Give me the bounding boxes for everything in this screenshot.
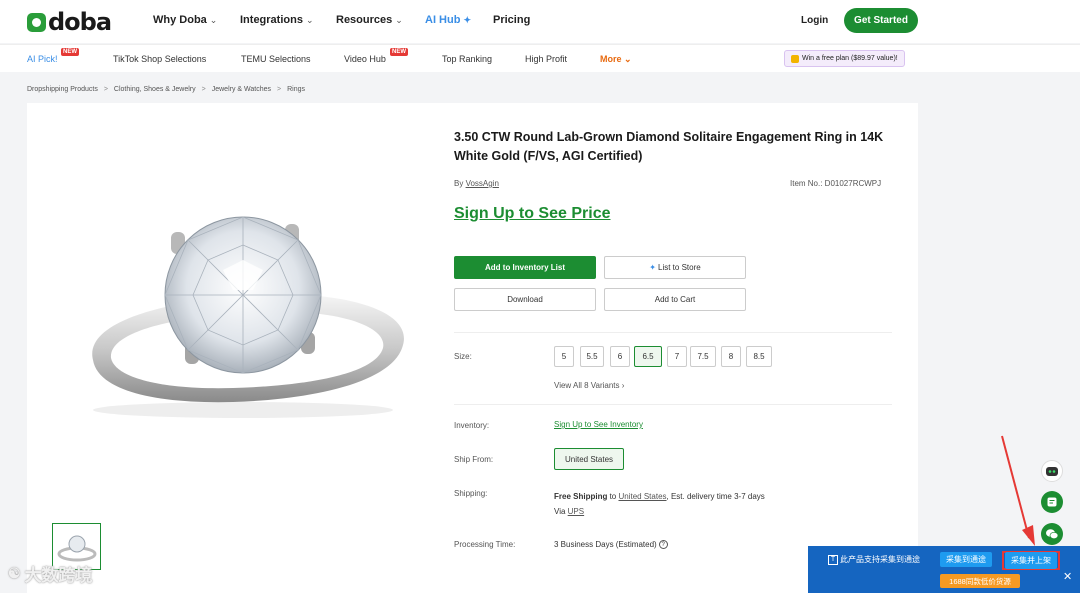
shipping-country-link[interactable]: United States [618, 492, 666, 501]
breadcrumb-item[interactable]: Clothing, Shoes & Jewelry [114, 86, 196, 93]
divider [454, 404, 892, 405]
chevron-down-icon: ⌄ [209, 14, 218, 25]
size-option[interactable]: 5 [554, 346, 574, 367]
wechat-icon[interactable] [1041, 523, 1063, 545]
add-to-inventory-button[interactable]: Add to Inventory List [454, 256, 596, 279]
watermark: ☯ 大数跨境 [8, 565, 93, 585]
size-option-selected[interactable]: 6.5 [634, 346, 662, 367]
get-started-button[interactable]: Get Started [844, 8, 918, 33]
gift-icon [791, 54, 799, 63]
ship-from-option[interactable]: United States [554, 448, 624, 470]
item-number: Item No.: D01027RCWPJ [790, 179, 882, 188]
divider [454, 332, 892, 333]
subnav-video-hub[interactable]: Video Hub NEW [344, 48, 408, 64]
subnav-high-profit[interactable]: High Profit [525, 54, 567, 64]
processing-time-label: Processing Time: [454, 540, 516, 549]
product-main-image[interactable] [53, 120, 413, 420]
nav-ai-hub[interactable]: AI Hub ✦ [425, 14, 471, 26]
signup-to-see-inventory-link[interactable]: Sign Up to See Inventory [554, 420, 643, 429]
nav-pricing[interactable]: Pricing [493, 14, 530, 26]
annotation-arrow [1001, 435, 1035, 546]
subnav-temu[interactable]: TEMU Selections [241, 54, 311, 64]
ship-from-label: Ship From: [454, 455, 494, 464]
inventory-label: Inventory: [454, 421, 490, 430]
collect-button[interactable]: 采集到通途 [940, 552, 992, 567]
sparkle-icon: ✦ [649, 263, 656, 272]
chevron-right-icon: › [621, 381, 625, 390]
seller-info: By VossAgin [454, 179, 499, 188]
plugin-logo-icon: T [828, 554, 838, 565]
login-link[interactable]: Login [801, 15, 828, 26]
carrier-link[interactable]: UPS [568, 507, 584, 516]
plugin-message: T 此产品支持采集到通途 [828, 554, 920, 565]
subnav-more[interactable]: More ⌄ [600, 54, 632, 65]
size-option[interactable]: 8.5 [746, 346, 772, 367]
sparkle-icon: ✦ [463, 14, 471, 25]
size-label: Size: [454, 352, 472, 361]
chevron-down-icon: ⌄ [305, 14, 314, 25]
size-option[interactable]: 7 [667, 346, 687, 367]
doba-logo-icon [27, 12, 46, 32]
chatbot-icon[interactable] [1041, 460, 1063, 482]
nav-why-doba[interactable]: Why Doba ⌄ [153, 14, 217, 26]
new-badge: NEW [390, 48, 408, 56]
watermark-logo-icon: ☯ [8, 565, 21, 581]
top-navbar: doba Why Doba ⌄ Integrations ⌄ Resources ⌄ … [0, 0, 1080, 43]
message-icon[interactable] [1041, 491, 1063, 513]
download-button[interactable]: Download [454, 288, 596, 311]
collector-plugin-bar: T 此产品支持采集到通途 采集到通途 采集并上架 1688同款低价货源 ✕ [808, 546, 1080, 593]
subnav-top-ranking[interactable]: Top Ranking [442, 54, 492, 64]
size-option[interactable]: 5.5 [580, 346, 604, 367]
subnav-ai-pick[interactable]: AI Pick! NEW [27, 48, 79, 64]
breadcrumb-item[interactable]: Jewelry & Watches [212, 86, 271, 93]
collect-and-list-button[interactable]: 采集并上架 [1002, 551, 1060, 570]
breadcrumb-item[interactable]: Dropshipping Products [27, 86, 98, 93]
doba-logo[interactable]: doba [27, 8, 112, 36]
info-icon[interactable]: ? [658, 540, 668, 549]
breadcrumb: Dropshipping Products > Clothing, Shoes &… [27, 86, 305, 93]
size-option[interactable]: 7.5 [690, 346, 716, 367]
processing-time-value: 3 Business Days (Estimated) ? [554, 540, 668, 549]
source-1688-button[interactable]: 1688同款低价货源 [940, 574, 1020, 588]
chevron-down-icon: ⌄ [624, 54, 632, 64]
view-all-variants-link[interactable]: View All 8 Variants › [554, 381, 624, 390]
breadcrumb-item[interactable]: Rings [287, 86, 305, 93]
subnav-tiktok[interactable]: TikTok Shop Selections [113, 54, 206, 64]
list-to-store-button[interactable]: ✦ List to Store [604, 256, 746, 279]
signup-to-see-price-link[interactable]: Sign Up to See Price [454, 205, 610, 223]
product-title: 3.50 CTW Round Lab-Grown Diamond Solitai… [454, 130, 884, 163]
size-option[interactable]: 6 [610, 346, 630, 367]
add-to-cart-button[interactable]: Add to Cart [604, 288, 746, 311]
seller-link[interactable]: VossAgin [466, 179, 499, 188]
shipping-label: Shipping: [454, 489, 488, 498]
new-badge: NEW [61, 48, 79, 56]
chevron-down-icon: ⌄ [395, 14, 403, 25]
nav-resources[interactable]: Resources ⌄ [336, 14, 403, 26]
close-icon[interactable]: ✕ [1063, 570, 1072, 583]
nav-integrations[interactable]: Integrations ⌄ [240, 14, 314, 26]
size-option[interactable]: 8 [721, 346, 741, 367]
shipping-info: Free Shipping to United States, Est. del… [554, 492, 765, 516]
promo-banner[interactable]: Win a free plan ($89.97 value)! [784, 50, 905, 67]
sub-navbar: AI Pick! NEW TikTok Shop Selections TEMU… [0, 44, 1080, 72]
